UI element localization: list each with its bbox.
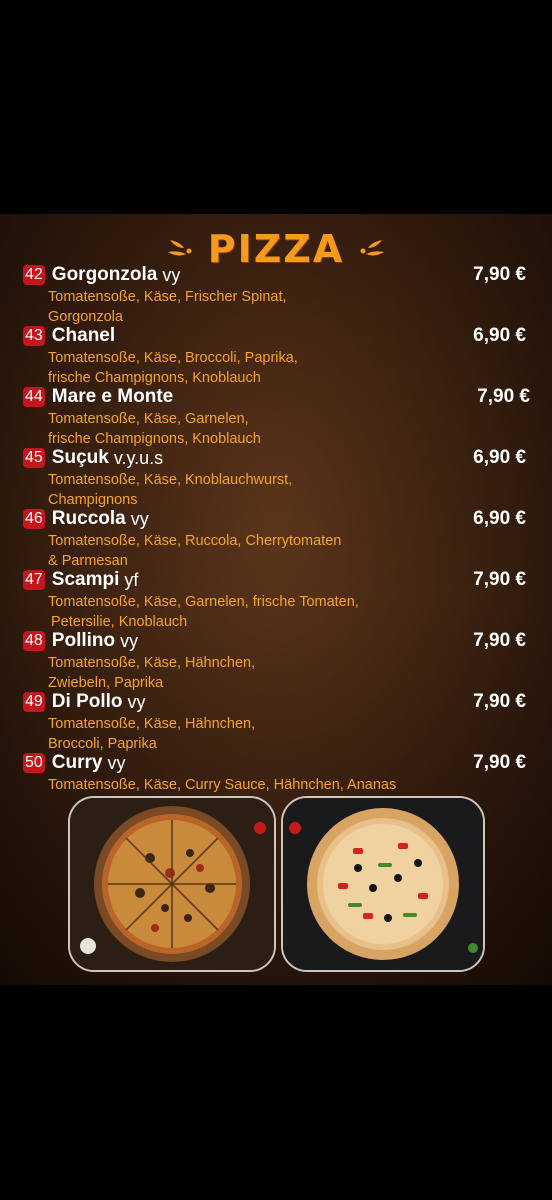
pizza-image-icon: [70, 798, 274, 970]
menu-board: PIZZA 42 Gorgonzola vy 7,90 € Tomatensoß…: [0, 214, 552, 985]
item-description: Tomatensoße, Käse, Frischer Spinat, Gorg…: [48, 289, 287, 325]
item-number: 42: [23, 265, 45, 285]
item-name: Suçuk: [51, 447, 109, 468]
item-tag: vy: [127, 691, 146, 712]
item-name: Di Pollo: [51, 691, 123, 712]
item-price: 7,90 €: [473, 752, 526, 773]
page-title: PIZZA: [207, 227, 345, 271]
item-description: Tomatensoße, Käse, Garnelen, frische Cha…: [48, 411, 261, 447]
item-name: Ruccola: [51, 508, 126, 529]
pizza-photo-left: [68, 796, 276, 972]
item-number: 44: [23, 387, 45, 407]
item-number: 43: [23, 326, 45, 346]
item-name: Curry: [51, 752, 103, 773]
pizza-photo-right: [281, 796, 485, 972]
right-splash-icon: [360, 240, 385, 256]
item-description: Tomatensoße, Käse, Ruccola, Cherrytomate…: [48, 533, 342, 569]
item-number: 49: [23, 692, 45, 712]
left-splash-icon: [167, 240, 192, 256]
item-description: Tomatensoße, Käse, Hähnchen, Zwiebeln, P…: [48, 655, 256, 691]
item-description: Tomatensoße, Käse, Knoblauchwurst, Champ…: [48, 472, 293, 508]
item-tag: vy: [162, 264, 181, 285]
item-price: 7,90 €: [473, 569, 526, 590]
item-tag: vy: [130, 508, 149, 529]
bottom-letterbox: [0, 985, 552, 1200]
item-description: Tomatensoße, Käse, Garnelen, frische Tom…: [48, 594, 359, 630]
item-tag: vy: [107, 752, 126, 773]
item-tag: v.y.u.s: [113, 447, 164, 468]
item-price: 6,90 €: [473, 325, 526, 346]
item-price: 7,90 €: [477, 386, 530, 407]
item-number: 50: [23, 753, 45, 773]
item-name: Chanel: [51, 325, 116, 346]
item-tag: yf: [124, 569, 139, 590]
item-name: Gorgonzola: [51, 264, 158, 285]
item-number: 45: [23, 448, 45, 468]
item-description: Tomatensoße, Käse, Broccoli, Paprika, fr…: [48, 350, 298, 386]
item-name: Mare e Monte: [51, 386, 174, 407]
item-price: 7,90 €: [473, 630, 526, 651]
item-description: Tomatensoße, Käse, Curry Sauce, Hähnchen…: [48, 777, 397, 793]
item-tag: vy: [120, 630, 139, 651]
item-number: 47: [23, 570, 45, 590]
item-number: 46: [23, 509, 45, 529]
top-letterbox: [0, 0, 552, 214]
item-price: 6,90 €: [473, 447, 526, 468]
item-description: Tomatensoße, Käse, Hähnchen, Broccoli, P…: [48, 716, 256, 752]
item-name: Scampi: [51, 569, 120, 590]
pizza-image-icon: [283, 798, 483, 970]
item-price: 7,90 €: [473, 264, 526, 285]
item-price: 6,90 €: [473, 508, 526, 529]
item-name: Pollino: [51, 630, 116, 651]
item-price: 7,90 €: [473, 691, 526, 712]
item-number: 48: [23, 631, 45, 651]
